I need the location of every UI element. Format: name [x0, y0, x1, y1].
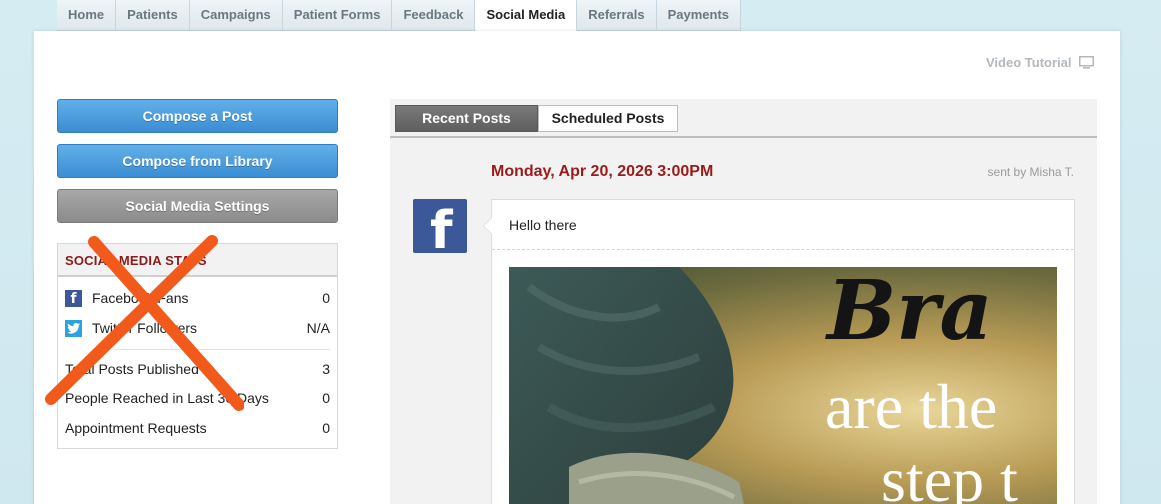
image-text-line1: Bra	[827, 267, 993, 359]
posts-feed: Recent Posts Scheduled Posts Monday, Apr…	[390, 99, 1097, 504]
compose-post-button[interactable]: Compose a Post	[57, 99, 338, 133]
image-text-line2: are the	[825, 371, 998, 442]
video-tutorial-label: Video Tutorial	[986, 55, 1072, 70]
post-image[interactable]: Bra are the step t	[509, 267, 1057, 504]
stat-value: 0	[322, 420, 330, 436]
tab-social-media[interactable]: Social Media	[475, 0, 578, 31]
stat-value: 3	[322, 361, 330, 377]
tab-recent-posts[interactable]: Recent Posts	[395, 105, 538, 132]
video-tutorial-link[interactable]: Video Tutorial	[986, 55, 1095, 70]
post-sent-by: sent by Misha T.	[987, 165, 1074, 179]
tab-home[interactable]: Home	[57, 0, 117, 31]
tab-patient-forms[interactable]: Patient Forms	[282, 0, 393, 31]
facebook-icon: f	[413, 199, 467, 253]
post-divider	[492, 249, 1074, 250]
compose-from-library-button[interactable]: Compose from Library	[57, 144, 338, 178]
feed-tabs-underline	[390, 136, 1097, 138]
image-text-line3: step t	[881, 444, 1018, 504]
tab-campaigns[interactable]: Campaigns	[189, 0, 283, 31]
monitor-icon	[1079, 56, 1095, 69]
stat-value: N/A	[306, 320, 330, 336]
stat-label: Appointment Requests	[65, 420, 207, 436]
post-text: Hello there	[509, 217, 577, 233]
tab-patients[interactable]: Patients	[116, 0, 190, 31]
feed-tabs: Recent Posts Scheduled Posts	[395, 105, 678, 132]
post-card: Hello there Bra are the step t	[483, 199, 1075, 504]
tab-scheduled-posts[interactable]: Scheduled Posts	[538, 105, 678, 132]
tab-referrals[interactable]: Referrals	[577, 0, 657, 31]
stat-appointment-requests: Appointment Requests 0	[65, 417, 330, 439]
main-nav: Home Patients Campaigns Patient Forms Fe…	[57, 0, 741, 31]
stat-value: 0	[322, 390, 330, 406]
social-media-settings-button[interactable]: Social Media Settings	[57, 189, 338, 223]
tab-payments[interactable]: Payments	[656, 0, 741, 31]
tab-feedback[interactable]: Feedback	[392, 0, 476, 31]
post-date: Monday, Apr 20, 2026 3:00PM	[491, 163, 714, 180]
stat-value: 0	[322, 290, 330, 306]
x-mark-annotation	[45, 235, 244, 411]
